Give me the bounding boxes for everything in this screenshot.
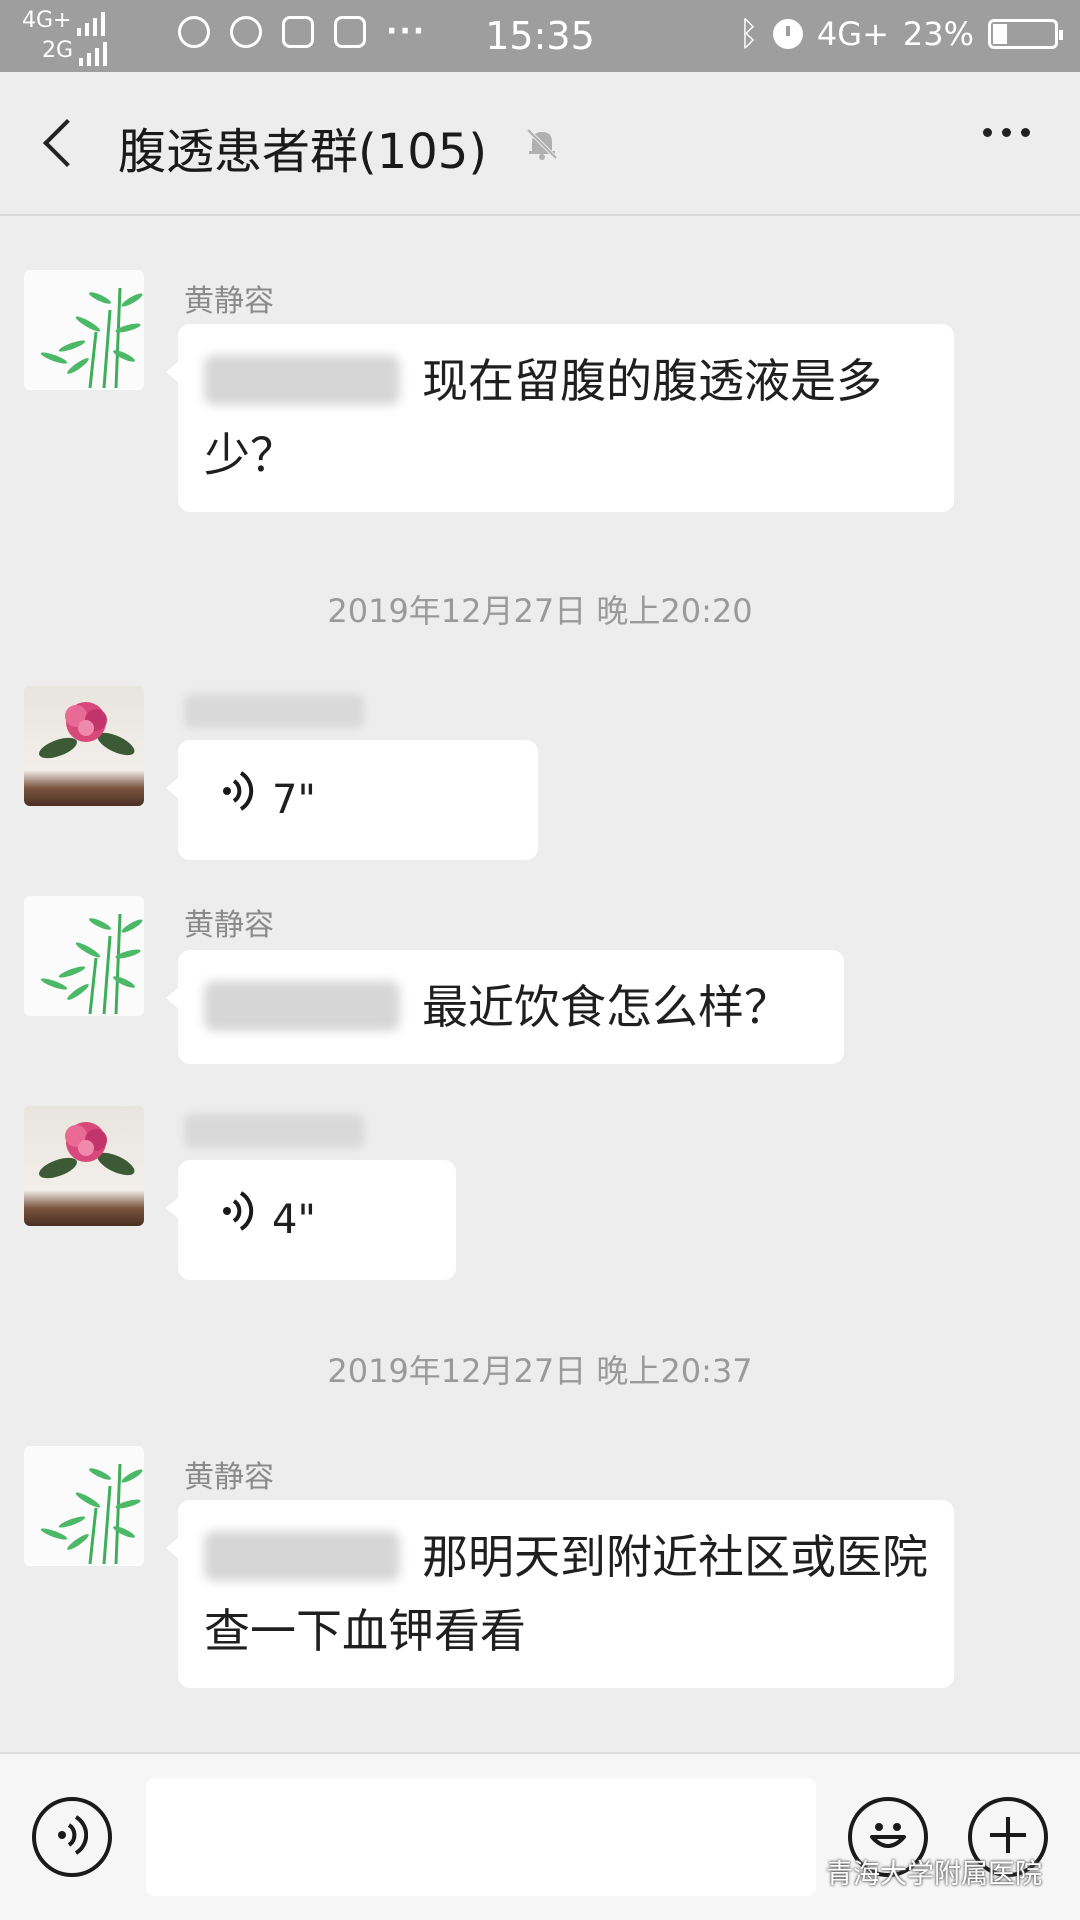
battery-icon <box>988 19 1063 49</box>
sender-name: 黄静容 <box>184 1460 274 1495</box>
status-bar: 4G+ 2G ··· 15:35 ᛒ 4G+ 23% <box>0 0 1080 72</box>
message-input[interactable] <box>146 1778 816 1896</box>
avatar[interactable] <box>24 686 144 806</box>
wechat-logo-icon <box>781 1854 817 1889</box>
mention-redacted <box>204 355 400 405</box>
avatar[interactable] <box>24 896 144 1016</box>
avatar[interactable] <box>24 270 144 390</box>
more-icon[interactable] <box>983 128 1030 137</box>
voice-icon <box>56 1813 89 1861</box>
battery-percent: 23% <box>902 15 974 53</box>
system-indicators: ᛒ 4G+ 23% <box>738 14 1063 54</box>
alarm-icon <box>772 19 803 49</box>
timestamp: 2019年12月27日 晚上20:37 <box>327 1352 753 1390</box>
chat-header: 腹透患者群(105) <box>0 72 1080 216</box>
watermark: 青海大学附属医院 <box>781 1852 1042 1891</box>
message-text: 最近饮食怎么样？ <box>422 980 790 1034</box>
mention-redacted <box>204 1531 400 1581</box>
input-bar <box>0 1752 1080 1920</box>
sender-name: 黄静容 <box>184 284 274 319</box>
avatar[interactable] <box>24 1446 144 1566</box>
voice-message-bubble[interactable]: 4" <box>166 1160 456 1280</box>
network-label-right: 4G+ <box>816 15 889 53</box>
avatar[interactable] <box>24 1106 144 1226</box>
sender-name-redacted <box>184 694 364 728</box>
voice-message-bubble[interactable]: 7" <box>166 740 538 860</box>
mention-redacted <box>204 981 400 1031</box>
voice-duration: 7" <box>272 777 316 823</box>
message-bubble[interactable]: 最近饮食怎么样？ <box>166 950 844 1064</box>
chat-title: 腹透患者群(105) <box>118 124 488 180</box>
voice-input-button[interactable] <box>32 1797 112 1877</box>
voice-duration: 4" <box>272 1197 316 1243</box>
watermark-text: 青海大学附属医院 <box>826 1859 1042 1890</box>
mute-bell-icon <box>522 124 562 164</box>
sender-name-redacted <box>184 1114 364 1148</box>
bluetooth-icon: ᛒ <box>738 14 759 54</box>
message-bubble[interactable]: 那明天到附近社区或医院查一下血钾看看 <box>166 1500 954 1688</box>
voice-icon <box>222 1183 254 1257</box>
voice-icon <box>222 763 254 837</box>
message-bubble[interactable]: 现在留腹的腹透液是多少？ <box>166 324 954 512</box>
sender-name: 黄静容 <box>184 908 274 943</box>
back-icon[interactable] <box>40 120 80 160</box>
timestamp: 2019年12月27日 晚上20:20 <box>327 592 753 630</box>
